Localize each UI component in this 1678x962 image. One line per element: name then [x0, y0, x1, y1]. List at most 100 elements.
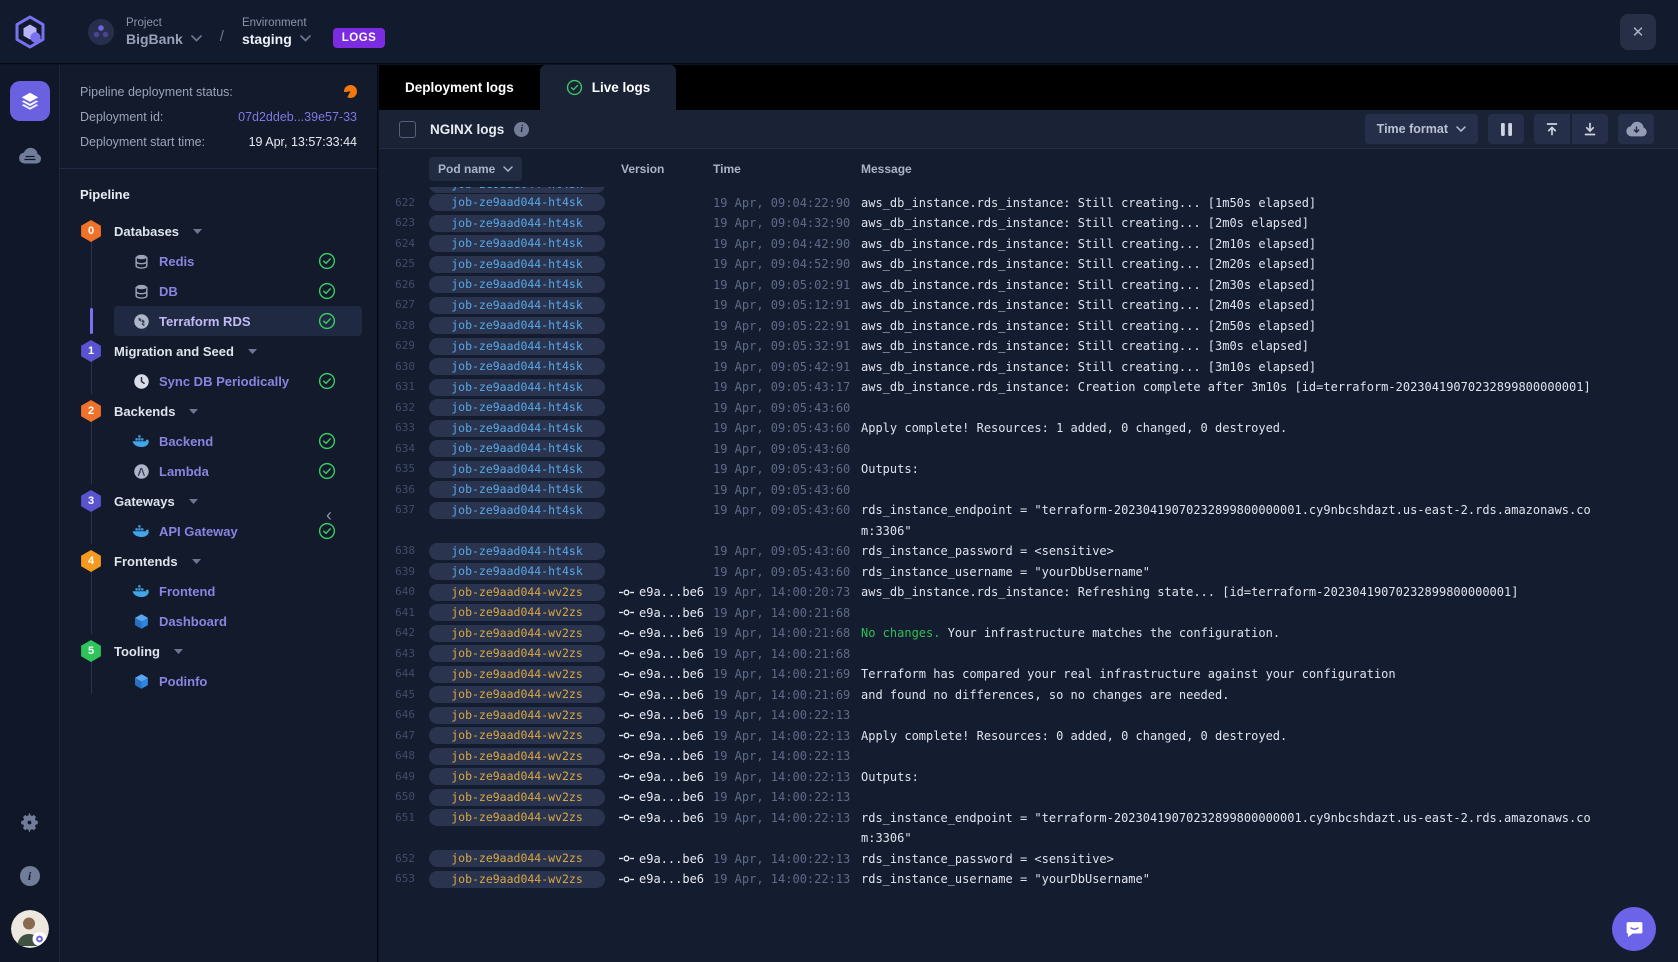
- table-row[interactable]: 635job-ze9aad044-ht4sk19 Apr, 09:05:43:6…: [379, 459, 1678, 480]
- table-row[interactable]: 639job-ze9aad044-ht4sk19 Apr, 09:05:43:6…: [379, 562, 1678, 583]
- log-rows[interactable]: job-ze9aad044-ht4sk 622job-ze9aad044-ht4s…: [379, 187, 1678, 962]
- table-row[interactable]: 648job-ze9aad044-wv2zse9a...be619 Apr, 1…: [379, 746, 1678, 767]
- close-button[interactable]: ✕: [1620, 14, 1656, 50]
- sidebar-item-sync-db-periodically[interactable]: Sync DB Periodically: [114, 366, 362, 396]
- table-row[interactable]: 646job-ze9aad044-wv2zse9a...be619 Apr, 1…: [379, 705, 1678, 726]
- version-cell[interactable]: e9a...be6: [609, 849, 701, 870]
- git-commit-icon: [619, 752, 634, 761]
- table-row[interactable]: 626job-ze9aad044-ht4sk19 Apr, 09:05:02:9…: [379, 275, 1678, 296]
- stage-header-databases[interactable]: 0Databases: [80, 216, 377, 246]
- info-icon[interactable]: i: [10, 856, 50, 896]
- table-row[interactable]: 650job-ze9aad044-wv2zse9a...be619 Apr, 1…: [379, 787, 1678, 808]
- version-cell[interactable]: e9a...be6: [609, 685, 701, 706]
- version-cell[interactable]: e9a...be6: [609, 623, 701, 644]
- version-cell[interactable]: e9a...be6: [609, 869, 701, 890]
- version-cell[interactable]: e9a...be6: [609, 644, 701, 665]
- tab-live-logs[interactable]: Live logs: [540, 65, 677, 110]
- sidebar-item-podinfo[interactable]: Podinfo: [114, 666, 362, 696]
- version-cell[interactable]: e9a...be6: [609, 767, 701, 788]
- app-logo-icon[interactable]: [0, 15, 60, 49]
- table-row[interactable]: 637job-ze9aad044-ht4sk19 Apr, 09:05:43:6…: [379, 500, 1678, 541]
- table-row[interactable]: 630job-ze9aad044-ht4sk19 Apr, 09:05:42:9…: [379, 357, 1678, 378]
- table-row[interactable]: 638job-ze9aad044-ht4sk19 Apr, 09:05:43:6…: [379, 541, 1678, 562]
- table-row[interactable]: 627job-ze9aad044-ht4sk19 Apr, 09:05:12:9…: [379, 295, 1678, 316]
- status-success-icon: [318, 282, 336, 300]
- table-row[interactable]: 632job-ze9aad044-ht4sk19 Apr, 09:05:43:6…: [379, 398, 1678, 419]
- table-row[interactable]: 644job-ze9aad044-wv2zse9a...be619 Apr, 1…: [379, 664, 1678, 685]
- version-cell[interactable]: e9a...be6: [609, 746, 701, 767]
- table-row[interactable]: 652job-ze9aad044-wv2zse9a...be619 Apr, 1…: [379, 849, 1678, 870]
- select-all-checkbox[interactable]: [399, 121, 416, 138]
- line-number: 651: [387, 808, 415, 829]
- scroll-top-icon[interactable]: [1534, 114, 1570, 144]
- stage-header-frontends[interactable]: 4Frontends: [80, 546, 377, 576]
- sidebar-item-dashboard[interactable]: Dashboard: [114, 606, 362, 636]
- sidebar-collapse-chevron-icon[interactable]: ‹: [326, 505, 332, 526]
- environment-selector[interactable]: staging: [242, 31, 311, 47]
- version-cell[interactable]: e9a...be6: [609, 726, 701, 747]
- table-row[interactable]: 629job-ze9aad044-ht4sk19 Apr, 09:05:32:9…: [379, 336, 1678, 357]
- chat-bubble-icon[interactable]: [1612, 907, 1656, 951]
- table-row[interactable]: 634job-ze9aad044-ht4sk19 Apr, 09:05:43:6…: [379, 439, 1678, 460]
- download-icon[interactable]: [1572, 114, 1608, 144]
- line-number: 622: [387, 193, 415, 214]
- table-row[interactable]: 625job-ze9aad044-ht4sk19 Apr, 09:04:52:9…: [379, 254, 1678, 275]
- log-message: No changes. Your infrastructure matches …: [861, 623, 1591, 644]
- table-row[interactable]: 636job-ze9aad044-ht4sk19 Apr, 09:05:43:6…: [379, 480, 1678, 501]
- pod-name-badge: job-ze9aad044-ht4sk: [429, 276, 605, 293]
- cloud-download-icon[interactable]: [1618, 114, 1654, 144]
- tab-deployment-logs[interactable]: Deployment logs: [379, 65, 540, 110]
- user-avatar[interactable]: [11, 910, 49, 948]
- table-row[interactable]: 622job-ze9aad044-ht4sk19 Apr, 09:04:22:9…: [379, 193, 1678, 214]
- table-row[interactable]: 643job-ze9aad044-wv2zse9a...be619 Apr, 1…: [379, 644, 1678, 665]
- table-row[interactable]: 631job-ze9aad044-ht4sk19 Apr, 09:05:43:1…: [379, 377, 1678, 398]
- table-row[interactable]: 623job-ze9aad044-ht4sk19 Apr, 09:04:32:9…: [379, 213, 1678, 234]
- sidebar-item-lambda[interactable]: Lambda: [114, 456, 362, 486]
- chevron-down-icon: [1456, 126, 1466, 132]
- sidebar-item-frontend[interactable]: Frontend: [114, 576, 362, 606]
- table-row[interactable]: 641job-ze9aad044-wv2zse9a...be619 Apr, 1…: [379, 603, 1678, 624]
- table-row[interactable]: 653job-ze9aad044-wv2zse9a...be619 Apr, 1…: [379, 869, 1678, 890]
- commit-hash: e9a...be6: [639, 644, 704, 665]
- stage-header-tooling[interactable]: 5Tooling: [80, 636, 377, 666]
- version-cell[interactable]: e9a...be6: [609, 808, 701, 829]
- sidebar-item-terraform-rds[interactable]: Terraform RDS: [114, 306, 362, 336]
- gear-icon[interactable]: [10, 802, 50, 842]
- sidebar-item-redis[interactable]: Redis: [114, 246, 362, 276]
- sidebar-item-api-gateway[interactable]: API Gateway: [114, 516, 362, 546]
- column-pod-name-sort[interactable]: Pod name: [429, 157, 522, 181]
- version-cell[interactable]: e9a...be6: [609, 787, 701, 808]
- info-icon[interactable]: i: [514, 122, 529, 137]
- table-row[interactable]: 645job-ze9aad044-wv2zse9a...be619 Apr, 1…: [379, 685, 1678, 706]
- timestamp: 19 Apr, 14:00:22:13: [707, 869, 855, 890]
- version-cell[interactable]: e9a...be6: [609, 664, 701, 685]
- table-row[interactable]: 633job-ze9aad044-ht4sk19 Apr, 09:05:43:6…: [379, 418, 1678, 439]
- table-row[interactable]: 628job-ze9aad044-ht4sk19 Apr, 09:05:22:9…: [379, 316, 1678, 337]
- git-commit-icon: [619, 813, 634, 822]
- commit-hash: e9a...be6: [639, 623, 704, 644]
- deployment-id-link[interactable]: 07d2ddeb...39e57-33: [238, 110, 357, 124]
- stage-header-backends[interactable]: 2Backends: [80, 396, 377, 426]
- timestamp: 19 Apr, 09:04:32:90: [707, 213, 855, 234]
- time-format-dropdown[interactable]: Time format: [1365, 114, 1478, 144]
- table-row[interactable]: 642job-ze9aad044-wv2zse9a...be619 Apr, 1…: [379, 623, 1678, 644]
- table-row[interactable]: 647job-ze9aad044-wv2zse9a...be619 Apr, 1…: [379, 726, 1678, 747]
- version-cell[interactable]: e9a...be6: [609, 705, 701, 726]
- version-cell[interactable]: e9a...be6: [609, 603, 701, 624]
- version-cell[interactable]: e9a...be6: [609, 582, 701, 603]
- layers-icon[interactable]: [10, 81, 50, 121]
- project-selector[interactable]: BigBank: [126, 31, 202, 47]
- table-row[interactable]: 649job-ze9aad044-wv2zse9a...be619 Apr, 1…: [379, 767, 1678, 788]
- pause-icon[interactable]: [1488, 114, 1524, 144]
- cloud-icon[interactable]: [10, 135, 50, 175]
- table-row[interactable]: 640job-ze9aad044-wv2zse9a...be619 Apr, 1…: [379, 582, 1678, 603]
- pod-name-badge: job-ze9aad044-wv2zs: [429, 850, 605, 867]
- sidebar-item-backend[interactable]: Backend: [114, 426, 362, 456]
- stage-header-migration-and-seed[interactable]: 1Migration and Seed: [80, 336, 377, 366]
- stage-header-gateways[interactable]: 3Gateways: [80, 486, 377, 516]
- commit-hash: e9a...be6: [639, 705, 704, 726]
- table-row[interactable]: 624job-ze9aad044-ht4sk19 Apr, 09:04:42:9…: [379, 234, 1678, 255]
- sidebar-item-db[interactable]: DB: [114, 276, 362, 306]
- table-row[interactable]: 651job-ze9aad044-wv2zse9a...be619 Apr, 1…: [379, 808, 1678, 849]
- project-avatar: [88, 19, 114, 45]
